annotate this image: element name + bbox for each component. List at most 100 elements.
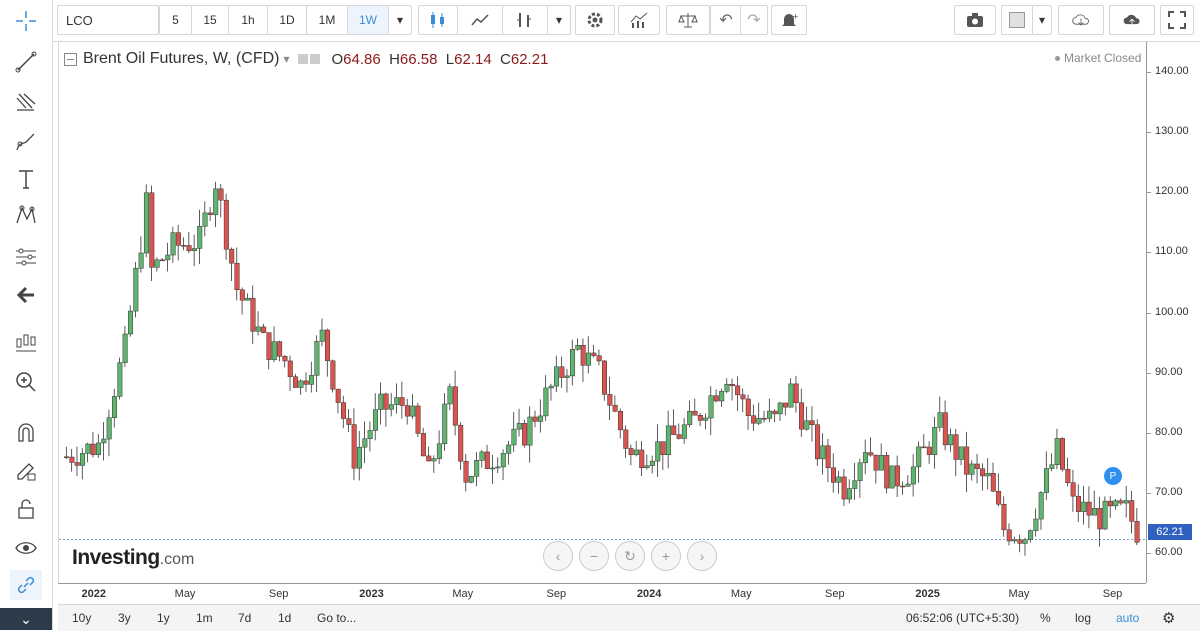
candle-body xyxy=(341,402,347,419)
prediction-tool[interactable] xyxy=(10,242,42,272)
candle-body xyxy=(1086,501,1092,516)
candle-body xyxy=(149,192,155,268)
candle-body xyxy=(213,188,219,215)
candle-body xyxy=(362,438,368,448)
indicators-button[interactable] xyxy=(502,5,548,35)
y-tick-label: 80.00 xyxy=(1155,425,1183,438)
snapshot-button[interactable] xyxy=(954,5,996,35)
compare-button[interactable] xyxy=(666,5,710,35)
candle-body xyxy=(554,366,560,387)
event-marker[interactable]: P xyxy=(1104,467,1122,485)
magnet-tool[interactable] xyxy=(10,418,42,448)
x-tick-label: Sep xyxy=(268,588,289,600)
auto-toggle[interactable]: auto xyxy=(1116,611,1139,625)
range-1d[interactable]: 1d xyxy=(278,611,291,625)
cloud-download-icon xyxy=(1072,14,1089,26)
cloud-download-button[interactable] xyxy=(1058,5,1104,35)
last-price-badge: 62.21 xyxy=(1148,524,1192,540)
legend-title[interactable]: Brent Oil Futures, W, (CFD) xyxy=(83,50,279,68)
candle-body xyxy=(612,405,618,412)
y-tick-label: 70.00 xyxy=(1155,485,1183,498)
candles-button[interactable] xyxy=(418,5,458,35)
interval-1h[interactable]: 1h xyxy=(228,5,268,35)
logo-main: Investing xyxy=(72,546,160,569)
gear-icon[interactable]: ⚙ xyxy=(1162,609,1175,627)
goto-button[interactable]: Go to... xyxy=(317,611,356,625)
fullscreen-button[interactable] xyxy=(1160,5,1194,35)
eye-toggle-icon[interactable] xyxy=(297,54,308,64)
scroll-left-button[interactable]: ‹ xyxy=(543,541,573,571)
candle-body xyxy=(958,446,964,460)
candle-body xyxy=(436,443,442,459)
chart-objects-tool[interactable] xyxy=(10,328,42,358)
price-chart[interactable] xyxy=(59,42,1147,583)
time-axis[interactable]: 2022 May Sep 2023 May Sep 2024 May Sep 2025 May Sep xyxy=(58,583,1146,605)
zoom-out-button[interactable]: − xyxy=(579,541,609,571)
candle-body xyxy=(181,245,187,247)
candle-body xyxy=(607,394,613,406)
link-tool[interactable] xyxy=(10,570,42,600)
candle-body xyxy=(96,442,102,455)
candle-body xyxy=(197,226,203,249)
visibility-tool[interactable] xyxy=(10,533,42,563)
gear-icon[interactable] xyxy=(309,54,320,64)
candle-body xyxy=(458,424,464,462)
price-axis[interactable]: 60.00 70.00 80.00 90.00 100.00 110.00 120.00 13… xyxy=(1146,42,1200,583)
y-tick-mark xyxy=(1147,252,1151,254)
chart-pane[interactable] xyxy=(58,42,1147,583)
zoom-tool[interactable] xyxy=(10,367,42,397)
studies-button[interactable] xyxy=(618,5,660,35)
alert-button[interactable]: + xyxy=(771,5,807,35)
interval-1w[interactable]: 1W xyxy=(347,5,389,35)
high-label: H xyxy=(389,50,400,68)
collapse-legend-icon[interactable] xyxy=(64,52,77,66)
interval-dropdown[interactable]: ▾ xyxy=(388,5,412,35)
interval-1d[interactable]: 1D xyxy=(267,5,307,35)
color-swatch-icon xyxy=(1009,12,1025,28)
fib-tool[interactable] xyxy=(10,87,42,117)
interval-5[interactable]: 5 xyxy=(159,5,192,35)
candle-body xyxy=(250,297,256,332)
chevron-down-icon[interactable]: ▾ xyxy=(283,52,289,66)
interval-1m[interactable]: 1M xyxy=(306,5,348,35)
log-toggle[interactable]: log xyxy=(1075,611,1091,625)
crosshair-tool[interactable] xyxy=(10,6,42,36)
settings-button[interactable] xyxy=(575,5,615,35)
candle-body xyxy=(974,463,980,469)
cloud-upload-button[interactable] xyxy=(1109,5,1155,35)
candle-body xyxy=(697,414,703,421)
range-1m[interactable]: 1m xyxy=(196,611,213,625)
line-chart-button[interactable] xyxy=(457,5,503,35)
candle-body xyxy=(245,297,251,301)
chart-type-dropdown[interactable]: ▾ xyxy=(547,5,571,35)
candle-body xyxy=(447,386,453,405)
percent-toggle[interactable]: % xyxy=(1040,611,1051,625)
color-picker-button[interactable] xyxy=(1001,5,1033,35)
reset-button[interactable]: ↻ xyxy=(615,541,645,571)
candle-body xyxy=(1049,464,1055,469)
candle-body xyxy=(154,259,160,268)
range-1y[interactable]: 1y xyxy=(157,611,170,625)
candle-body xyxy=(751,415,757,424)
candle-body xyxy=(990,473,996,492)
range-7d[interactable]: 7d xyxy=(238,611,251,625)
candle-body xyxy=(1012,539,1018,542)
lock-drawings-tool[interactable] xyxy=(10,456,42,486)
trendline-tool[interactable] xyxy=(10,47,42,77)
symbol-input[interactable]: LCO xyxy=(57,5,159,35)
unlock-tool[interactable] xyxy=(10,494,42,524)
interval-15[interactable]: 15 xyxy=(191,5,229,35)
collapse-toolbar-button[interactable]: ⌄ xyxy=(0,608,52,630)
text-tool[interactable] xyxy=(10,164,42,194)
redo-button[interactable]: ↷ xyxy=(740,5,768,35)
brush-tool[interactable] xyxy=(10,127,42,157)
back-arrow-tool[interactable] xyxy=(10,280,42,310)
zoom-in-button[interactable]: + xyxy=(651,541,681,571)
range-10y[interactable]: 10y xyxy=(72,611,91,625)
undo-button[interactable]: ↶ xyxy=(710,5,741,35)
color-dropdown[interactable]: ▾ xyxy=(1032,5,1052,35)
candle-body xyxy=(298,380,304,388)
pattern-tool[interactable] xyxy=(10,200,42,230)
scroll-right-button[interactable]: › xyxy=(687,541,717,571)
range-3y[interactable]: 3y xyxy=(118,611,131,625)
